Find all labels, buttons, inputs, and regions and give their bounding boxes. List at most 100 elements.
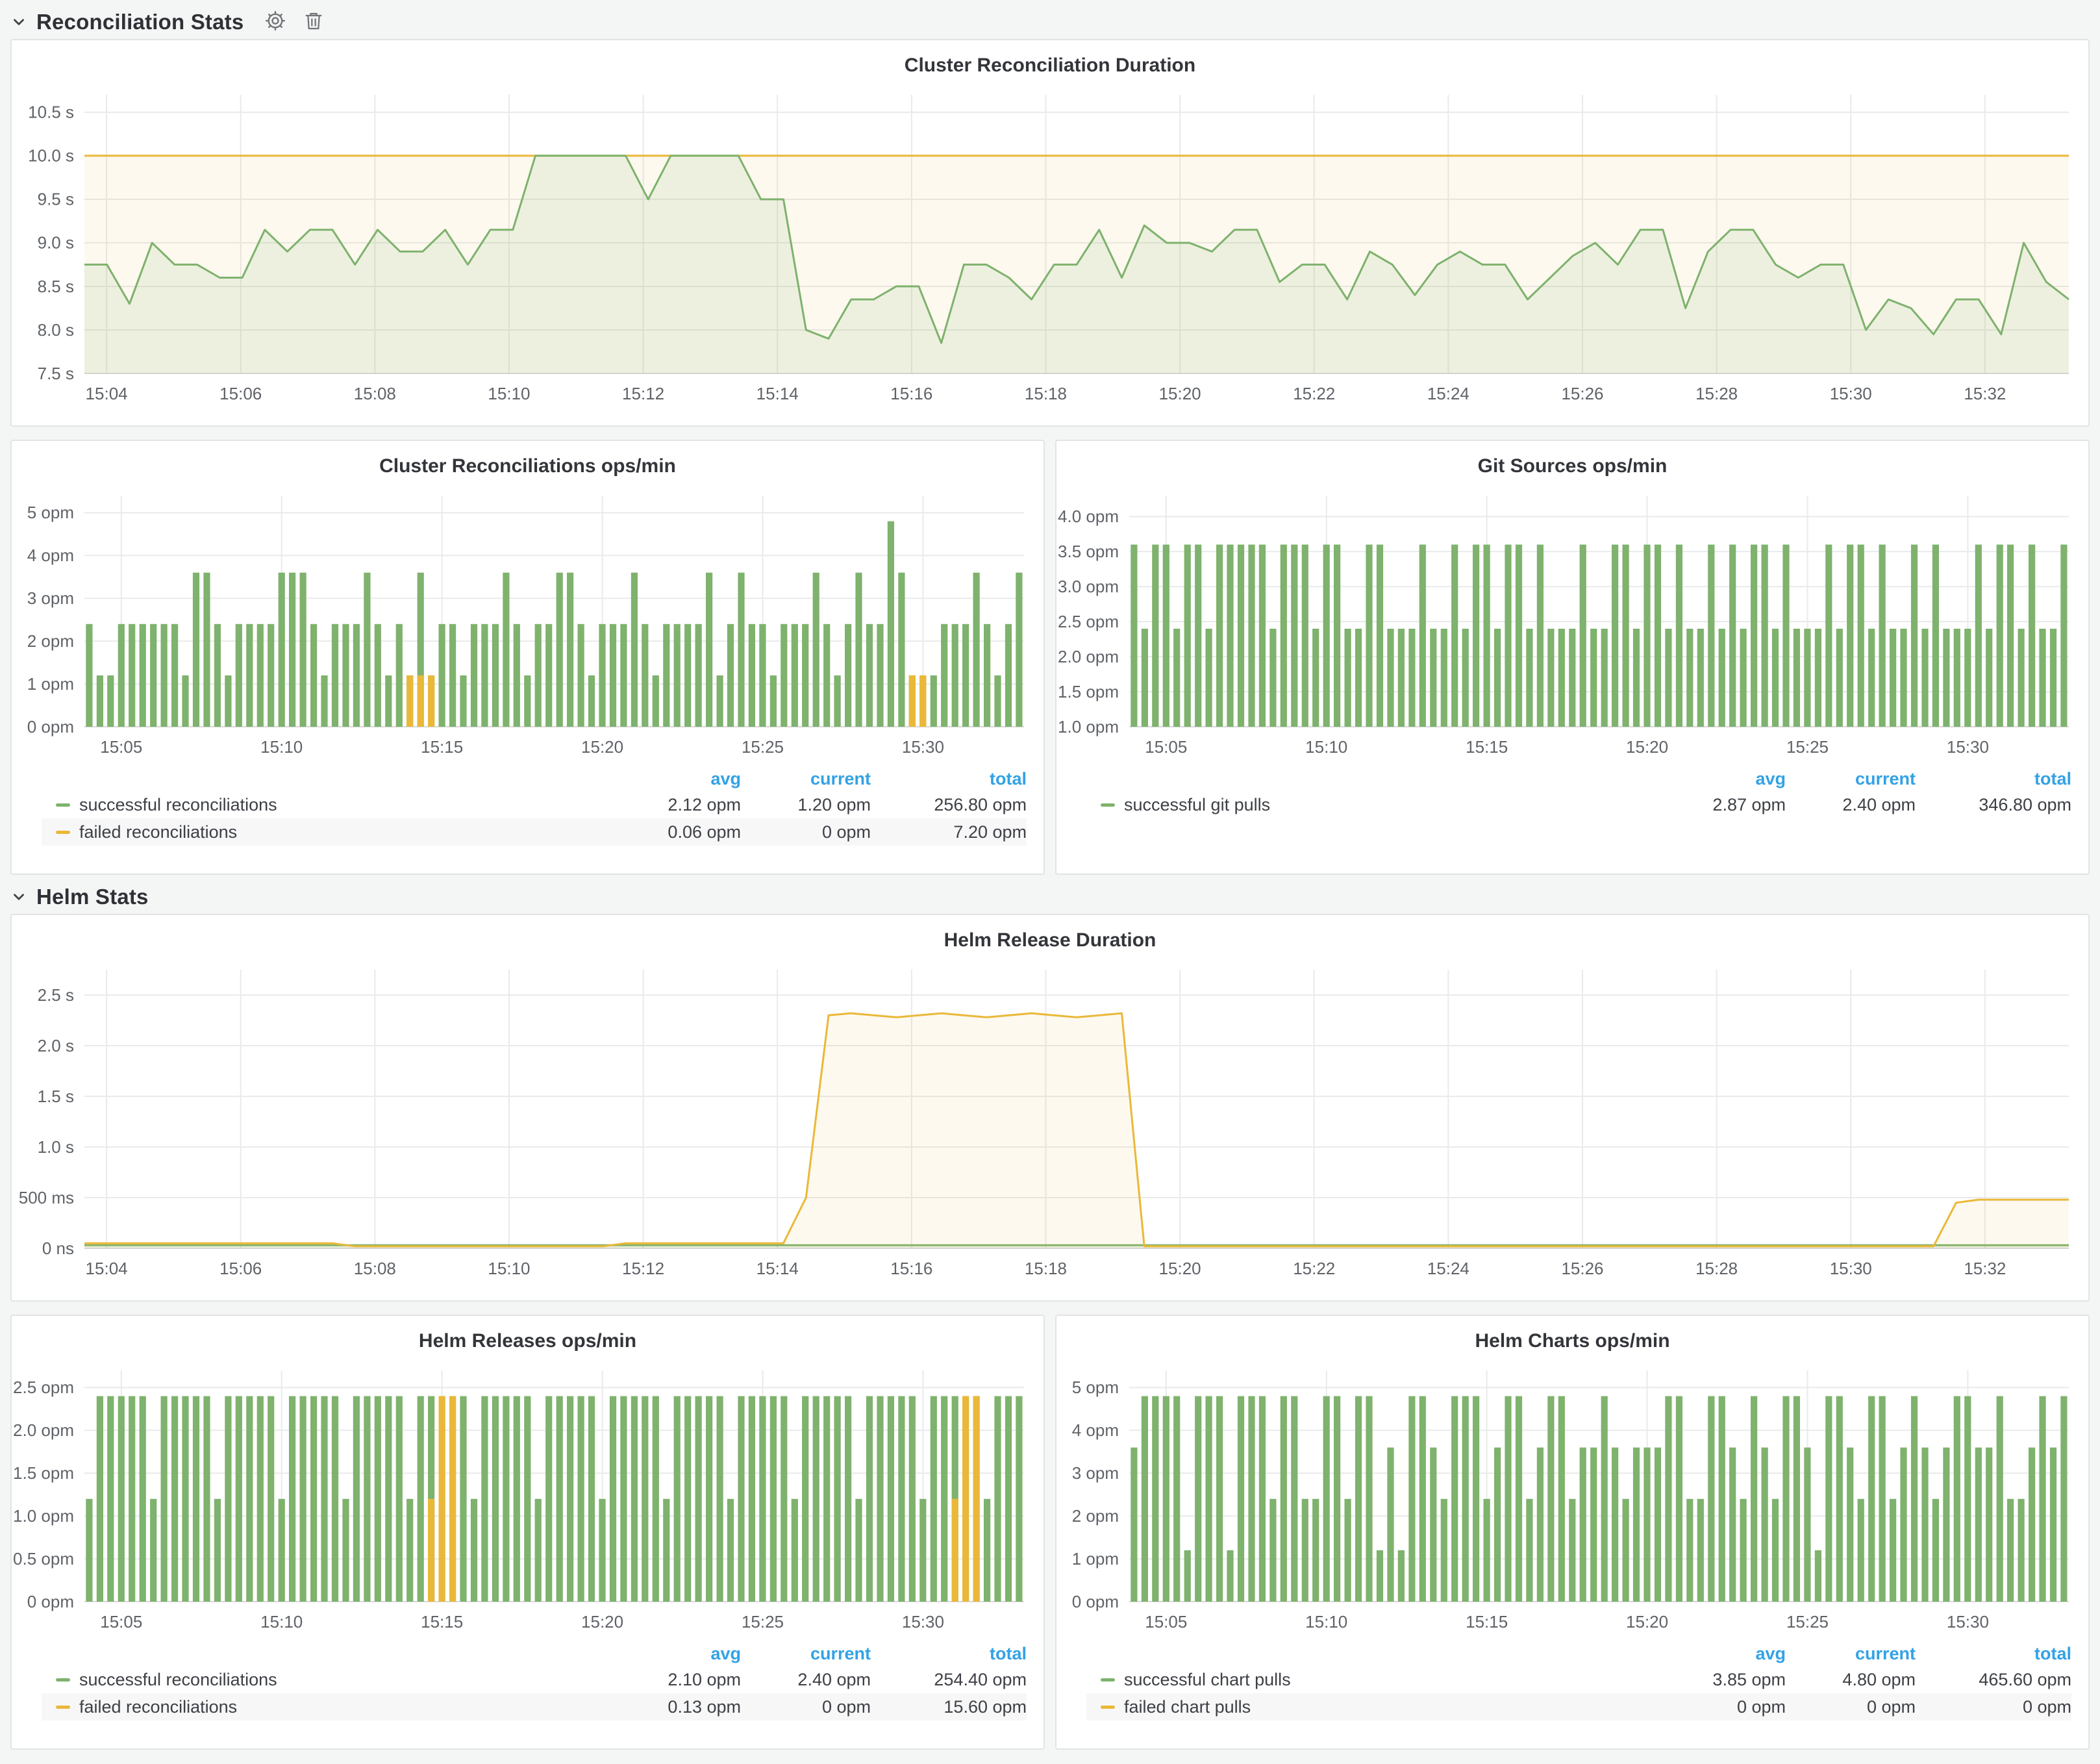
legend-sort-avg[interactable]: avg [1656, 769, 1786, 789]
panel-title[interactable]: Git Sources ops/min [1056, 441, 2088, 481]
legend-stat-avg: 3.85 opm [1656, 1670, 1786, 1690]
legend-sort-current[interactable]: current [1786, 1644, 1916, 1664]
panel-helm-charts-opm: Helm Charts ops/min 0 opm1 opm2 opm3 opm… [1055, 1315, 2090, 1750]
legend-sort-total[interactable]: total [1916, 1644, 2071, 1664]
legend-stat-avg: 2.12 opm [611, 795, 741, 815]
legend-label[interactable]: failed reconciliations [42, 822, 611, 842]
legend-sort-avg[interactable]: avg [611, 1644, 741, 1664]
legend-stat-current: 0 opm [1786, 1697, 1916, 1717]
svg-text:15:22: 15:22 [1293, 1259, 1335, 1278]
svg-text:5 opm: 5 opm [27, 503, 74, 522]
legend-sort-total[interactable]: total [871, 1644, 1027, 1664]
cluster-reconciliation-duration-chart: 7.5 s8.0 s8.5 s9.0 s9.5 s10.0 s10.5 s15:… [12, 81, 2088, 412]
panel-title[interactable]: Cluster Reconciliations ops/min [12, 441, 1044, 481]
cluster-reconciliations-opm-plot: 0 opm1 opm2 opm3 opm4 opm5 opm15:0515:10… [12, 481, 1041, 762]
svg-text:5 opm: 5 opm [1072, 1378, 1119, 1397]
svg-text:8.5 s: 8.5 s [38, 277, 74, 296]
legend-sort-avg[interactable]: avg [611, 769, 741, 789]
panel-cluster-reconciliations-opm: Cluster Reconciliations ops/min 0 opm1 o… [10, 440, 1045, 875]
panel-title[interactable]: Cluster Reconciliation Duration [12, 40, 2088, 81]
svg-text:15:12: 15:12 [622, 384, 664, 403]
svg-text:2.0 opm: 2.0 opm [13, 1420, 74, 1440]
legend-stat-avg: 0 opm [1656, 1697, 1786, 1717]
svg-text:4 opm: 4 opm [27, 546, 74, 565]
svg-text:15:06: 15:06 [219, 1259, 262, 1278]
svg-text:15:26: 15:26 [1561, 1259, 1603, 1278]
panel-title[interactable]: Helm Release Duration [12, 915, 2088, 955]
svg-text:0 opm: 0 opm [27, 717, 74, 737]
svg-text:15:14: 15:14 [756, 384, 799, 403]
panel-title[interactable]: Helm Releases ops/min [12, 1316, 1044, 1356]
legend-sort-current[interactable]: current [1786, 769, 1916, 789]
legend-stat-current: 2.40 opm [1786, 795, 1916, 815]
legend-row[interactable]: successful reconciliations2.10 opm2.40 o… [42, 1666, 1027, 1693]
svg-text:15:25: 15:25 [742, 1612, 784, 1632]
legend-sort-avg[interactable]: avg [1656, 1644, 1786, 1664]
svg-text:15:25: 15:25 [1786, 1612, 1829, 1632]
legend-row[interactable]: successful reconciliations 2.12 opm1.20 o… [42, 791, 1027, 818]
svg-text:15:30: 15:30 [1947, 1612, 1989, 1632]
legend-label[interactable]: successful reconciliations [42, 1670, 611, 1690]
section-header-helm-stats[interactable]: Helm Stats [10, 880, 149, 914]
svg-text:15:20: 15:20 [1159, 1259, 1201, 1278]
svg-text:3 opm: 3 opm [27, 588, 74, 608]
series-color-swatch [1101, 1706, 1115, 1709]
svg-text:1.5 s: 1.5 s [38, 1087, 74, 1106]
chevron-down-icon[interactable] [10, 14, 27, 31]
svg-text:1.0 opm: 1.0 opm [13, 1506, 74, 1526]
section-header-reconciliation-stats[interactable]: Reconciliation Stats [10, 5, 324, 39]
legend-sort-current[interactable]: current [741, 769, 871, 789]
svg-text:15:10: 15:10 [488, 384, 530, 403]
legend-sort-total[interactable]: total [871, 769, 1027, 789]
svg-text:8.0 s: 8.0 s [38, 320, 74, 340]
legend-stat-current: 0 opm [741, 1697, 871, 1717]
legend-row[interactable]: successful chart pulls3.85 opm4.80 opm46… [1086, 1666, 2071, 1693]
svg-text:15:04: 15:04 [86, 384, 128, 403]
legend-row[interactable]: successful git pulls2.87 opm2.40 opm346.… [1086, 791, 2071, 818]
legend-header-row: avgcurrenttotal [42, 766, 1027, 791]
series-name: successful chart pulls [1124, 1670, 1291, 1690]
legend-label[interactable]: successful reconciliations [42, 795, 611, 815]
legend-stat-total: 256.80 opm [871, 795, 1027, 815]
svg-text:15:28: 15:28 [1695, 384, 1738, 403]
svg-text:2.5 opm: 2.5 opm [1058, 612, 1119, 631]
panel-title[interactable]: Helm Charts ops/min [1056, 1316, 2088, 1356]
svg-text:15:10: 15:10 [1305, 737, 1347, 757]
series-color-swatch [56, 803, 70, 807]
svg-text:1.5 opm: 1.5 opm [1058, 682, 1119, 701]
legend-row[interactable]: failed chart pulls0 opm0 opm0 opm [1086, 1693, 2071, 1720]
legend-row[interactable]: failed reconciliations0.06 opm0 opm7.20 … [42, 818, 1027, 846]
trash-icon[interactable] [303, 10, 324, 34]
cluster-reconciliation-duration-plot: 7.5 s8.0 s8.5 s9.0 s9.5 s10.0 s10.5 s15:… [12, 81, 2086, 409]
git-sources-opm-plot: 1.0 opm1.5 opm2.0 opm2.5 opm3.0 opm3.5 o… [1056, 481, 2086, 762]
gear-icon[interactable] [264, 10, 286, 35]
legend-stat-avg: 0.06 opm [611, 822, 741, 842]
svg-text:15:20: 15:20 [581, 1612, 623, 1632]
svg-text:1 opm: 1 opm [1072, 1549, 1119, 1569]
legend-sort-current[interactable]: current [741, 1644, 871, 1664]
svg-text:15:32: 15:32 [1964, 1259, 2006, 1278]
svg-text:2.5 opm: 2.5 opm [13, 1378, 74, 1397]
legend-stat-current: 1.20 opm [741, 795, 871, 815]
legend-label[interactable]: failed chart pulls [1086, 1697, 1656, 1717]
svg-text:7.5 s: 7.5 s [38, 364, 74, 383]
series-name: successful reconciliations [79, 795, 277, 815]
svg-text:0 ns: 0 ns [42, 1239, 74, 1258]
svg-text:15:30: 15:30 [902, 1612, 944, 1632]
legend-label[interactable]: successful git pulls [1086, 795, 1656, 815]
legend-row[interactable]: failed reconciliations0.13 opm0 opm15.60… [42, 1693, 1027, 1720]
legend-label[interactable]: failed reconciliations [42, 1697, 611, 1717]
legend-label[interactable]: successful chart pulls [1086, 1670, 1656, 1690]
legend: avgcurrenttotalsuccessful reconciliation… [12, 766, 1044, 846]
legend: avgcurrenttotalsuccessful reconciliation… [12, 1641, 1044, 1720]
git-sources-opm-chart: 1.0 opm1.5 opm2.0 opm2.5 opm3.0 opm3.5 o… [1056, 481, 2088, 765]
section-title: Reconciliation Stats [36, 10, 244, 34]
chevron-down-icon[interactable] [10, 888, 27, 905]
svg-text:15:18: 15:18 [1025, 384, 1067, 403]
legend-sort-total[interactable]: total [1916, 769, 2071, 789]
helm-releases-opm-chart: 0 opm0.5 opm1.0 opm1.5 opm2.0 opm2.5 opm… [12, 1356, 1044, 1640]
panel-cluster-reconciliation-duration: Cluster Reconciliation Duration 7.5 s 8.0… [10, 39, 2090, 427]
svg-text:15:28: 15:28 [1695, 1259, 1738, 1278]
legend-header-row: avgcurrenttotal [1086, 1641, 2071, 1666]
svg-text:15:10: 15:10 [488, 1259, 530, 1278]
